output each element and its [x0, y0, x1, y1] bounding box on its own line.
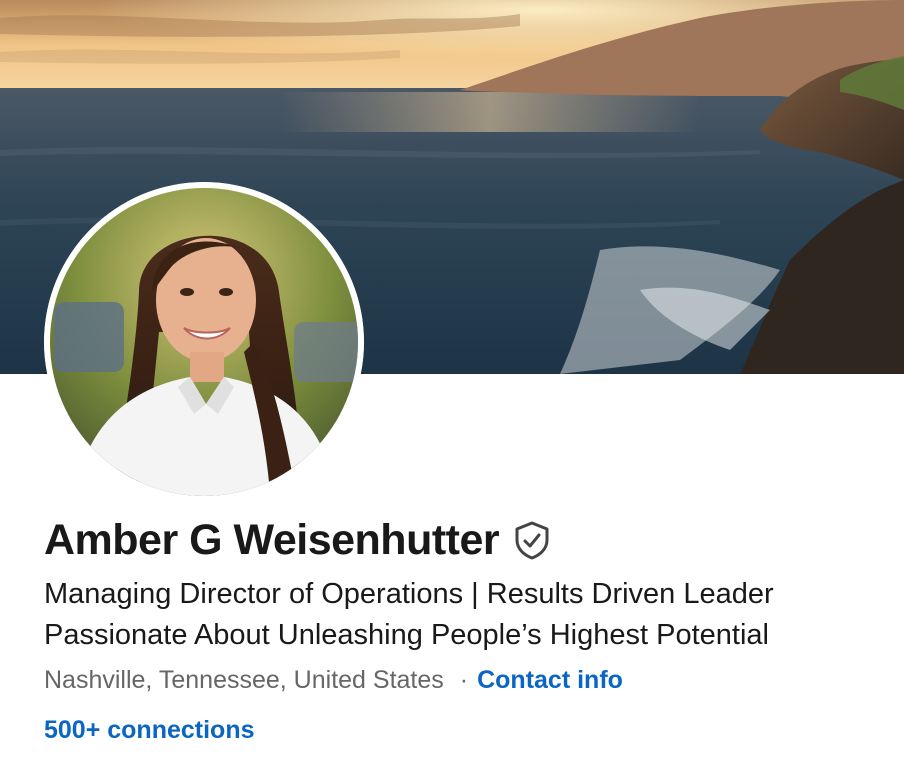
headline-line-1: Managing Director of Operations | Result… [44, 578, 774, 610]
connections-link[interactable]: 500+ connections [44, 711, 255, 749]
headline-line-2: Passionate About Unleashing People’s Hig… [44, 619, 769, 651]
profile-card: Amber G Weisenhutter Managing Director o… [0, 0, 904, 762]
profile-location: Nashville, Tennessee, United States [44, 666, 444, 694]
name-row: Amber G Weisenhutter [44, 512, 551, 568]
profile-name: Amber G Weisenhutter [44, 515, 500, 564]
avatar[interactable] [44, 182, 364, 502]
shield-check-icon[interactable] [513, 520, 551, 560]
separator-dot: · [459, 666, 469, 694]
location-row: Nashville, Tennessee, United States · Cont… [44, 660, 623, 700]
contact-info-link[interactable]: Contact info [477, 666, 623, 694]
profile-headline: Managing Director of Operations | Result… [44, 574, 894, 656]
